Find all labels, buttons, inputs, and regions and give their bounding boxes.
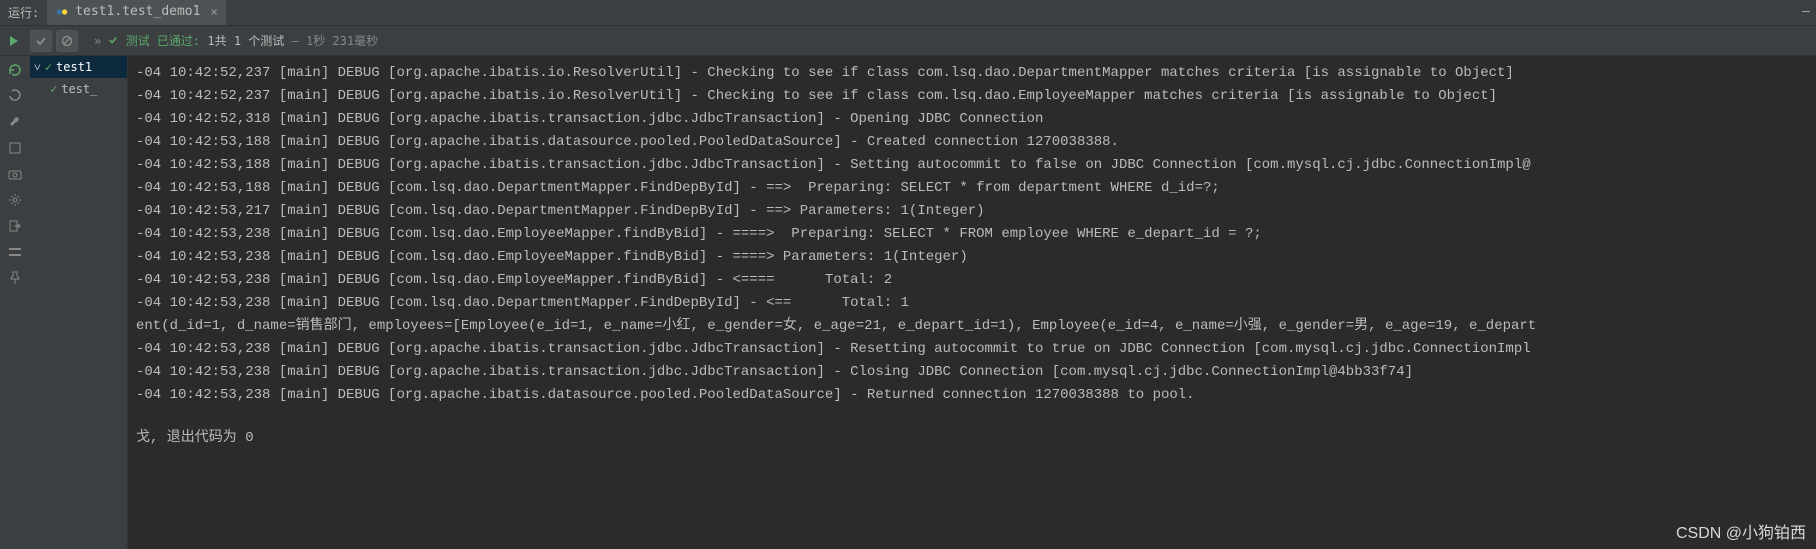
run-config-tab[interactable]: test1.test_demo1 × [47,0,225,25]
console-line: -04 10:42:52,318 [main] DEBUG [org.apach… [136,108,1808,131]
check-icon [108,35,118,45]
hide-panel-icon[interactable]: — [1802,4,1810,19]
console-line: -04 10:42:53,188 [main] DEBUG [org.apach… [136,154,1808,177]
console-line: -04 10:42:53,238 [main] DEBUG [org.apach… [136,361,1808,384]
main-content: ˅ ✓ test1 ✓ test_ -04 10:42:52,237 [main… [0,56,1816,549]
left-gutter [0,56,30,549]
rerun-icon[interactable] [7,62,23,78]
toggle-ignored-button[interactable] [56,30,78,52]
console-output[interactable]: -04 10:42:52,237 [main] DEBUG [org.apach… [128,56,1816,549]
run-label: 运行: [0,4,47,21]
console-line: -04 10:42:53,238 [main] DEBUG [org.apach… [136,338,1808,361]
check-icon: ✓ [45,60,52,74]
exit-code-line: 戈, 退出代码为 0 [136,427,1808,450]
console-line: -04 10:42:53,238 [main] DEBUG [org.apach… [136,384,1808,407]
check-icon: ✓ [50,82,57,96]
console-line: -04 10:42:53,238 [main] DEBUG [com.lsq.d… [136,246,1808,269]
test-status: » 测试 已通过: 1共 1 个测试 – 1秒 231毫秒 [94,32,378,49]
expand-icon: ˅ [34,60,41,75]
python-test-icon [55,5,69,19]
stop-icon[interactable] [7,88,23,104]
wrench-icon[interactable] [7,114,23,130]
toolbar: » 测试 已通过: 1共 1 个测试 – 1秒 231毫秒 [0,26,1816,56]
top-bar: 运行: test1.test_demo1 × — [0,0,1816,26]
console-line: -04 10:42:53,238 [main] DEBUG [com.lsq.d… [136,292,1808,315]
tree-child-item[interactable]: ✓ test_ [30,78,127,100]
toggle-pass-button[interactable] [30,30,52,52]
console-line: -04 10:42:53,217 [main] DEBUG [com.lsq.d… [136,200,1808,223]
camera-icon[interactable] [7,166,23,182]
disabled-icon [61,35,73,47]
console-line: -04 10:42:53,188 [main] DEBUG [com.lsq.d… [136,177,1808,200]
exit-icon[interactable] [7,218,23,234]
rerun-button[interactable] [2,29,26,53]
test-tree: ˅ ✓ test1 ✓ test_ [30,56,128,549]
pin-icon[interactable] [7,270,23,286]
play-icon [8,35,20,47]
console-line: -04 10:42:53,238 [main] DEBUG [com.lsq.d… [136,269,1808,292]
console-line: -04 10:42:53,188 [main] DEBUG [org.apach… [136,131,1808,154]
layout-icon[interactable] [7,140,23,156]
check-icon [35,35,47,47]
tab-title: test1.test_demo1 [75,4,200,19]
gear-icon[interactable] [7,192,23,208]
tree-root-label: test1 [56,60,92,74]
console-line: -04 10:42:52,237 [main] DEBUG [org.apach… [136,62,1808,85]
tree-child-label: test_ [61,82,97,96]
watermark: CSDN @小狗铂西 [1676,519,1806,543]
console-line: -04 10:42:53,238 [main] DEBUG [com.lsq.d… [136,223,1808,246]
list-icon[interactable] [7,244,23,260]
console-line: -04 10:42:52,237 [main] DEBUG [org.apach… [136,85,1808,108]
close-icon[interactable]: × [210,5,217,19]
console-line: ent(d_id=1, d_name=销售部门, employees=[Empl… [136,315,1808,338]
tree-root-item[interactable]: ˅ ✓ test1 [30,56,127,78]
